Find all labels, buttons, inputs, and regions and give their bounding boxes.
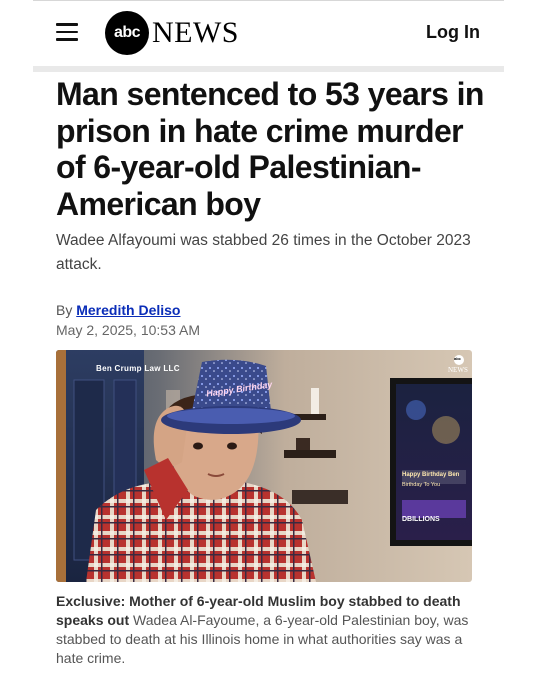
publish-date: May 2, 2025, 10:53 AM xyxy=(56,322,200,338)
header-divider xyxy=(33,66,504,72)
photo-watermark-word: NEWS xyxy=(448,366,468,374)
photo-caption: Exclusive: Mother of 6-year-old Muslim b… xyxy=(56,592,472,668)
article-photo[interactable]: Ben Crump Law LLC Happy Birthday abc NEW… xyxy=(56,350,472,582)
byline: By Meredith Deliso xyxy=(56,302,180,318)
tv-brand: DBILLIONS xyxy=(402,516,440,523)
byline-prefix: By xyxy=(56,302,73,318)
article-subheadline: Wadee Alfayoumi was stabbed 26 times in … xyxy=(56,232,471,273)
article-headline: Man sentenced to 53 years in prison in h… xyxy=(56,76,484,222)
page-frame: abc NEWS Log In Man sentenced to 53 year… xyxy=(33,0,504,680)
site-header: abc NEWS Log In xyxy=(33,1,504,65)
abc-news-logo[interactable]: abc NEWS xyxy=(105,11,239,55)
tv-subtitle: Birthday To You xyxy=(402,482,441,488)
author-link[interactable]: Meredith Deliso xyxy=(76,302,180,318)
news-logo-word: NEWS xyxy=(152,16,239,49)
login-link[interactable]: Log In xyxy=(426,22,480,43)
photo-credit: Ben Crump Law LLC xyxy=(96,364,180,373)
hamburger-menu-icon[interactable] xyxy=(56,23,78,41)
tv-title: Happy Birthday Ben xyxy=(402,472,460,478)
photo-watermark-mark: abc xyxy=(454,356,461,361)
abc-logo-mark: abc xyxy=(105,11,149,55)
